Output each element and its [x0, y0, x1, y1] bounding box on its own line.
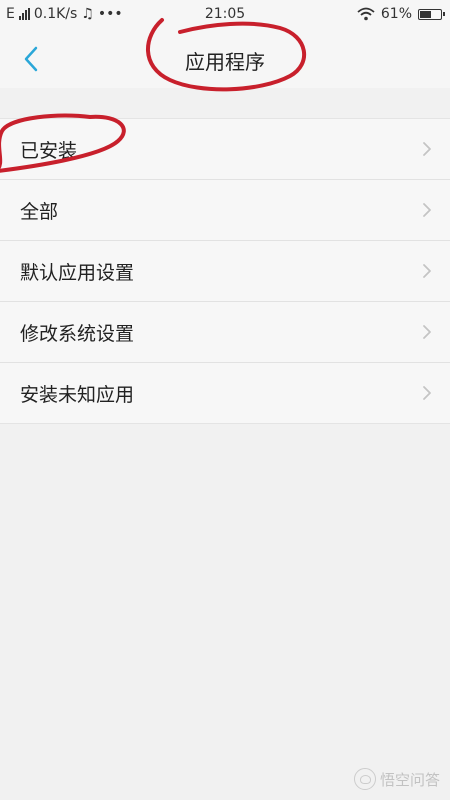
list-item-label: 默认应用设置 [20, 261, 135, 284]
list-item-default-apps[interactable]: 默认应用设置 [0, 241, 450, 302]
list-item-modify-system-settings[interactable]: 修改系统设置 [0, 302, 450, 363]
wukong-logo-icon [353, 768, 376, 790]
watermark: 悟空问答 [353, 768, 440, 790]
list-item-label: 修改系统设置 [20, 322, 135, 345]
chevron-right-icon [423, 142, 431, 156]
settings-list: 已安装 全部 默认应用设置 修改系统设置 安装未知应用 [0, 113, 450, 424]
chevron-right-icon [423, 325, 431, 339]
battery-icon [418, 8, 445, 20]
status-right: 61% [357, 6, 445, 22]
status-bar: E 0.1K/s ♫ ••• 21:05 61% [0, 0, 450, 30]
app-header: 应用程序 [0, 18, 450, 92]
chevron-right-icon [423, 386, 431, 400]
chevron-right-icon [423, 264, 431, 278]
list-item-install-unknown-apps[interactable]: 安装未知应用 [0, 363, 450, 423]
list-item-label: 已安装 [20, 139, 78, 162]
list-item-installed[interactable]: 已安装 [0, 113, 450, 180]
list-item-label: 全部 [20, 200, 59, 223]
list-item-all[interactable]: 全部 [0, 180, 450, 241]
page-title: 应用程序 [185, 50, 265, 74]
battery-percentage: 61% [380, 6, 412, 22]
chevron-right-icon [423, 203, 431, 217]
list-item-label: 安装未知应用 [20, 383, 135, 406]
battery-fill [420, 10, 432, 18]
wifi-icon [357, 7, 375, 21]
watermark-text: 悟空问答 [379, 770, 440, 789]
